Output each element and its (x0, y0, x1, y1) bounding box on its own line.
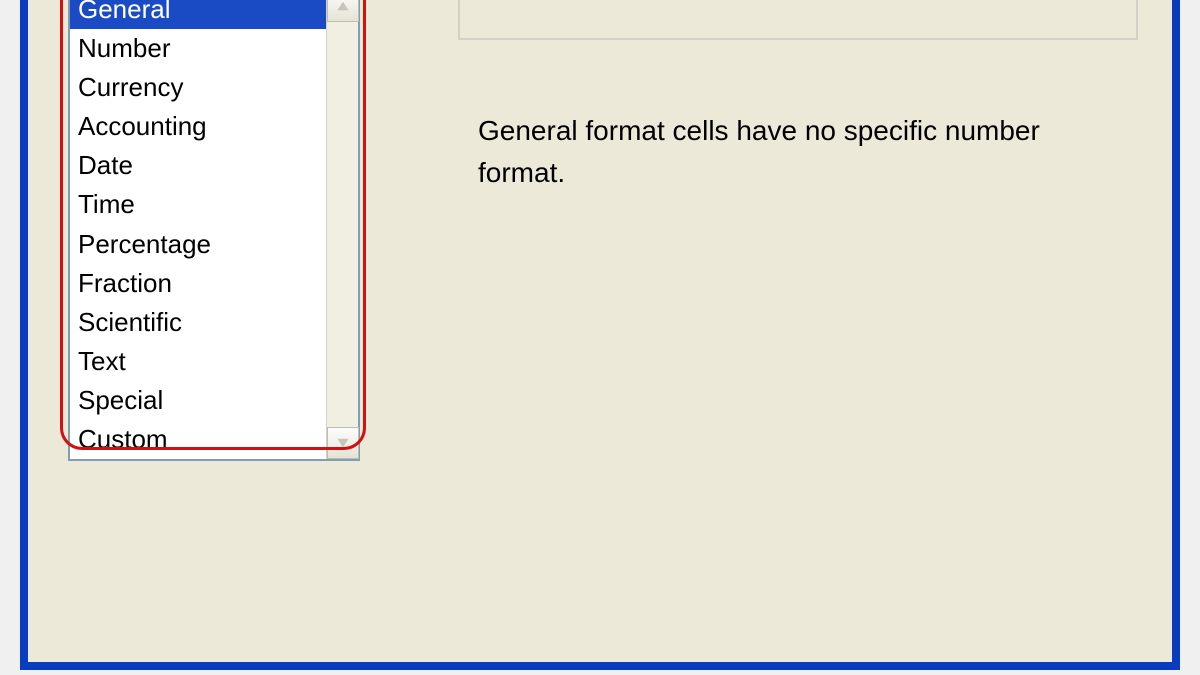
category-item-text[interactable]: Text (70, 342, 326, 381)
dialog-frame: General Number Currency Accounting Date … (20, 0, 1180, 670)
category-item-special[interactable]: Special (70, 381, 326, 420)
category-item-scientific[interactable]: Scientific (70, 303, 326, 342)
format-description-text: General format cells have no specific nu… (478, 110, 1118, 194)
category-item-number[interactable]: Number (70, 29, 326, 68)
category-item-time[interactable]: Time (70, 185, 326, 224)
category-list-items: General Number Currency Accounting Date … (70, 0, 326, 459)
category-item-fraction[interactable]: Fraction (70, 264, 326, 303)
chevron-up-icon (336, 0, 350, 12)
category-item-date[interactable]: Date (70, 146, 326, 185)
scroll-up-button[interactable] (327, 0, 359, 22)
category-item-custom[interactable]: Custom (70, 420, 326, 459)
category-item-percentage[interactable]: Percentage (70, 225, 326, 264)
category-item-accounting[interactable]: Accounting (70, 107, 326, 146)
sample-preview-box (458, 0, 1138, 40)
scrollbar-track[interactable] (326, 0, 358, 459)
chevron-down-icon (336, 437, 350, 449)
category-item-currency[interactable]: Currency (70, 68, 326, 107)
scroll-down-button[interactable] (327, 427, 359, 459)
category-listbox[interactable]: General Number Currency Accounting Date … (68, 0, 360, 461)
dialog-content: General Number Currency Accounting Date … (28, 0, 1172, 662)
category-item-general[interactable]: General (70, 0, 326, 29)
